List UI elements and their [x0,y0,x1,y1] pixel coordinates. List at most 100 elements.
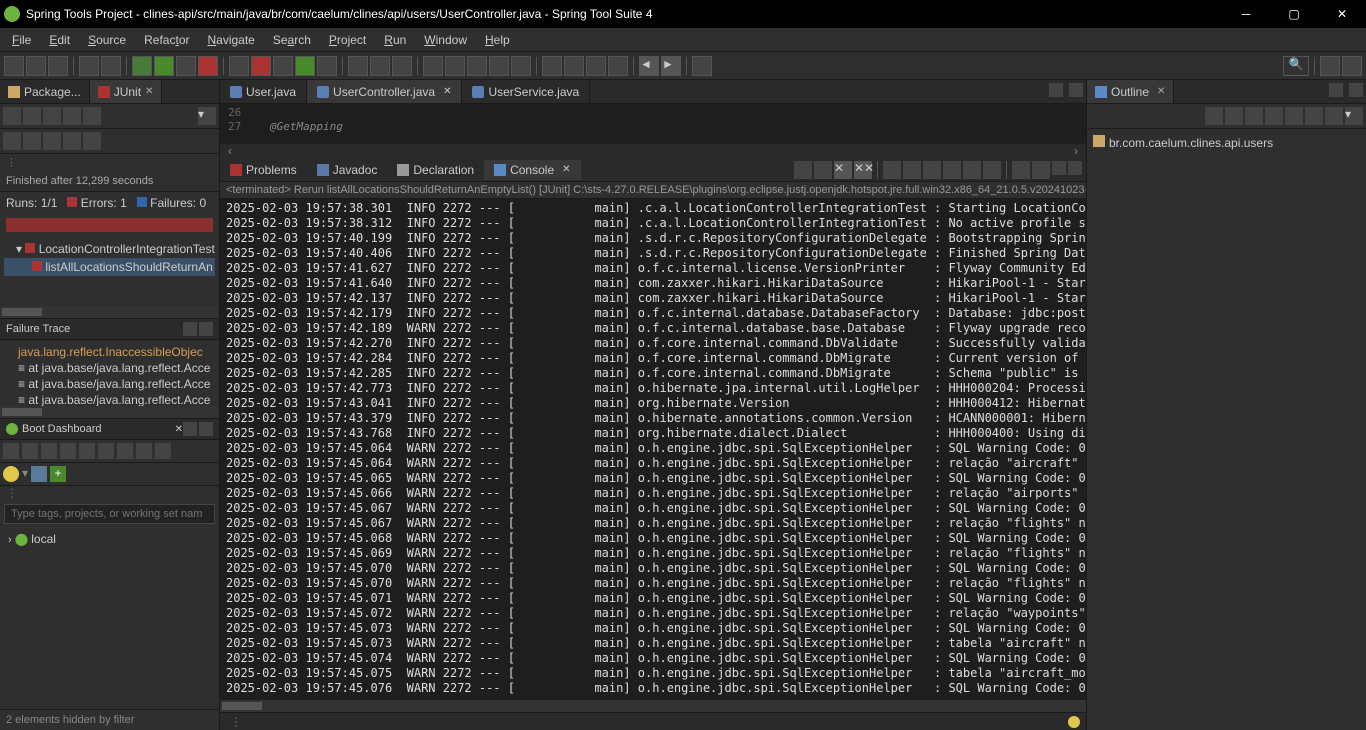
menu-file[interactable]: File [4,31,39,49]
min-icon[interactable] [1049,83,1063,97]
tb-icon[interactable] [542,56,562,76]
quick-access-icon[interactable]: 🔍 [1283,56,1309,76]
tb-icon[interactable] [608,56,628,76]
max-icon[interactable] [1068,161,1082,175]
test-method-node[interactable]: listAllLocationsShouldReturnAn [4,258,215,276]
console-terminate-icon[interactable] [794,161,812,179]
console-clear-icon[interactable] [883,161,901,179]
stop-icon[interactable] [251,56,271,76]
overflow-icon[interactable]: ⋮ [226,715,247,729]
junit-prev-icon[interactable] [23,132,41,150]
boot-config-icon[interactable] [155,443,171,459]
console-output[interactable]: 2025-02-03 19:57:38.301 INFO 2272 --- [ … [220,199,1086,700]
close-icon[interactable]: ✕ [562,164,570,175]
tb-icon[interactable] [586,56,606,76]
tab-problems[interactable]: Problems [220,160,307,180]
close-icon[interactable]: ✕ [175,424,183,435]
menu-refactor[interactable]: Refactor [136,31,197,49]
save-icon[interactable] [26,56,46,76]
filter-icon[interactable] [31,466,47,482]
tab-console[interactable]: Console✕ [484,160,580,180]
new-class-icon[interactable] [295,56,315,76]
outline-focus-icon[interactable] [1305,107,1323,125]
open-type-icon[interactable] [79,56,99,76]
tb-icon[interactable] [467,56,487,76]
trace-line[interactable]: ≡ at java.base/java.lang.reflect.Acce [4,360,215,376]
outline-hide-fields-icon[interactable] [1225,107,1243,125]
perspective-debug-icon[interactable] [1342,56,1362,76]
outline-link-icon[interactable] [1325,107,1343,125]
outline-hide-nonpublic-icon[interactable] [1265,107,1283,125]
outline-menu-icon[interactable]: ▾ [1345,107,1363,125]
junit-pin-icon[interactable] [83,107,101,125]
relaunch-icon[interactable] [229,56,249,76]
test-class-node[interactable]: ▾ LocationControllerIntegrationTest [4,240,215,258]
toggle-mark-icon[interactable] [392,56,412,76]
boot-browser-icon[interactable] [79,443,95,459]
tab-junit[interactable]: JUnit✕ [90,80,163,103]
tb-icon[interactable] [423,56,443,76]
editor-tab-usercontroller[interactable]: UserController.java✕ [307,80,462,103]
menu-window[interactable]: Window [416,31,475,49]
console-open-icon[interactable] [1012,161,1030,179]
open-resource-icon[interactable] [348,56,368,76]
console-scrollbar[interactable] [220,700,1086,712]
back-icon[interactable]: ◄ [639,56,659,76]
junit-collapse-icon[interactable] [63,132,81,150]
tab-package-explorer[interactable]: Package... [0,80,90,103]
tb-icon[interactable] [489,56,509,76]
outline-sort-icon[interactable] [1205,107,1223,125]
boot-open-icon[interactable] [60,443,76,459]
min-icon[interactable] [183,422,197,436]
junit-next-icon[interactable] [3,132,21,150]
forward-icon[interactable]: ► [661,56,681,76]
boot-stop-icon[interactable] [41,443,57,459]
minimize-button[interactable]: ─ [1226,2,1266,26]
scrollbar-horizontal[interactable] [0,406,219,418]
external-icon[interactable] [198,56,218,76]
run-icon[interactable] [154,56,174,76]
outline-hide-local-icon[interactable] [1285,107,1303,125]
filter-icon[interactable] [199,322,213,336]
boot-console-icon[interactable] [98,443,114,459]
console-show-std-icon[interactable] [963,161,981,179]
junit-rerun-failed-icon[interactable] [23,107,41,125]
boot-search-input[interactable] [4,504,215,524]
console-word-wrap-icon[interactable] [923,161,941,179]
boot-link-icon[interactable] [136,443,152,459]
save-all-icon[interactable] [48,56,68,76]
max-icon[interactable] [1349,83,1363,97]
editor-tab-user[interactable]: User.java [220,80,307,103]
max-icon[interactable] [199,422,213,436]
outline-hide-static-icon[interactable] [1245,107,1263,125]
pin-icon[interactable] [692,56,712,76]
junit-rerun-icon[interactable] [3,107,21,125]
close-icon[interactable]: ✕ [443,86,451,97]
search-icon[interactable] [370,56,390,76]
min-icon[interactable] [1329,83,1343,97]
junit-history-icon[interactable] [63,107,81,125]
boot-debug-icon[interactable] [22,443,38,459]
perspective-java-icon[interactable] [1320,56,1340,76]
trace-line[interactable]: ≡ at java.base/java.lang.reflect.Acce [4,392,215,406]
menu-search[interactable]: Search [265,31,319,49]
close-icon[interactable]: ✕ [145,86,153,97]
menu-help[interactable]: Help [477,31,518,49]
console-remove-all-terminated-icon[interactable]: ✕✕ [854,161,872,179]
menu-project[interactable]: Project [321,31,374,49]
scrollbar-horizontal[interactable] [0,306,219,318]
menu-source[interactable]: Source [80,31,134,49]
min-icon[interactable] [1052,161,1066,175]
new-icon[interactable] [4,56,24,76]
tab-declaration[interactable]: Declaration [387,160,484,180]
junit-menu-icon[interactable]: ▾ [198,107,216,125]
maximize-button[interactable]: ▢ [1274,2,1314,26]
console-remove-all-icon[interactable]: ✕ [834,161,852,179]
junit-stop-icon[interactable] [43,107,61,125]
tb-icon[interactable] [511,56,531,76]
trace-line[interactable]: java.lang.reflect.InaccessibleObjec [4,344,215,360]
junit-lock-icon[interactable] [83,132,101,150]
boot-start-icon[interactable] [3,443,19,459]
tb-icon[interactable] [564,56,584,76]
console-scroll-lock-icon[interactable] [903,161,921,179]
